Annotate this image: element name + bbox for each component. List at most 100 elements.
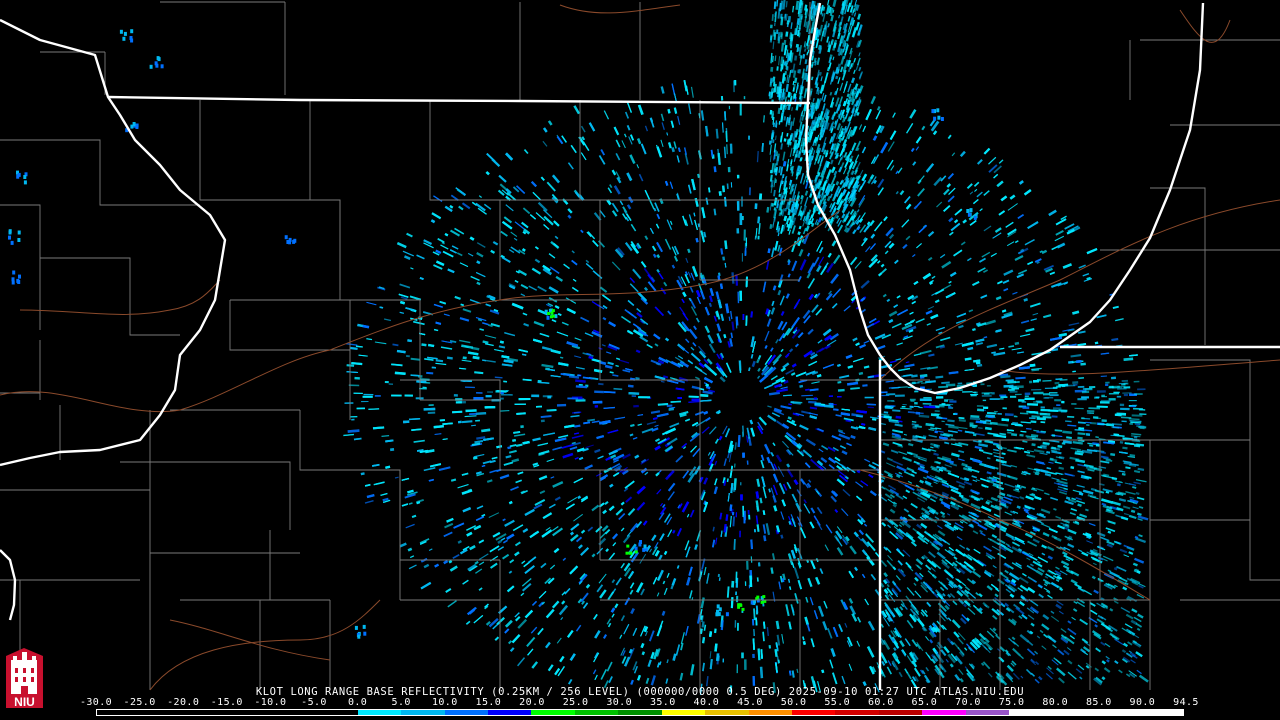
echo-streak xyxy=(687,248,691,254)
echo-streak xyxy=(789,179,793,186)
echo-streak xyxy=(858,371,864,376)
echo-streak xyxy=(603,406,615,410)
echo-streak xyxy=(640,642,645,649)
echo-streak xyxy=(460,379,472,383)
echo-streak xyxy=(969,424,978,427)
echo-streak xyxy=(905,361,910,364)
echo-streak xyxy=(713,208,717,216)
echo-streak xyxy=(442,422,453,426)
echo-streak xyxy=(446,356,453,360)
echo-streak xyxy=(666,659,669,664)
echo-streak xyxy=(1044,473,1052,477)
echo-streak xyxy=(919,479,925,484)
echo-streak xyxy=(568,375,580,379)
echo-streak xyxy=(788,520,792,525)
echo-streak xyxy=(756,524,760,532)
echo-streak xyxy=(379,306,384,309)
echo-streak xyxy=(718,191,722,196)
echo-streak xyxy=(421,343,427,347)
echo-streak xyxy=(671,147,675,153)
echo-streak xyxy=(476,260,481,265)
echo-streak xyxy=(464,345,469,348)
echo-streak xyxy=(521,248,526,252)
echo-streak xyxy=(750,311,754,318)
echo-streak xyxy=(788,670,792,676)
echo-streak xyxy=(485,171,490,176)
echo-streak xyxy=(372,426,385,430)
echo-streak xyxy=(394,476,399,479)
echo-streak xyxy=(788,403,792,406)
echo-streak xyxy=(351,362,363,366)
echo-streak xyxy=(507,446,512,450)
echo-streak xyxy=(755,605,759,614)
echo-streak xyxy=(766,206,770,213)
echo-streak xyxy=(958,416,965,420)
echo-streak xyxy=(701,637,706,644)
echo-streak xyxy=(428,343,435,348)
echo-streak xyxy=(975,361,981,365)
echo-streak xyxy=(670,400,681,403)
echo-streak xyxy=(546,409,557,412)
echo-streak xyxy=(399,300,406,305)
echo-streak xyxy=(433,425,444,429)
echo-streak xyxy=(726,144,728,155)
echo-streak xyxy=(730,332,733,339)
echo-streak xyxy=(720,248,724,255)
echo-streak xyxy=(699,628,703,635)
echo-streak xyxy=(861,422,866,426)
echo-streak xyxy=(587,418,596,422)
echo-streak xyxy=(664,180,669,186)
echo-streak xyxy=(481,428,491,433)
echo-streak xyxy=(721,122,724,133)
echo-streak xyxy=(474,371,484,375)
echo-streak xyxy=(1092,442,1100,446)
echo-streak xyxy=(1078,439,1085,442)
echo-streak xyxy=(972,328,976,332)
echo-streak xyxy=(695,237,699,243)
echo-streak xyxy=(783,380,789,384)
echo-streak xyxy=(719,512,723,520)
echo-streak xyxy=(475,412,487,415)
echo-streak xyxy=(407,547,413,552)
echo-streak xyxy=(703,231,707,238)
echo-streak xyxy=(912,425,918,430)
echo-streak xyxy=(476,281,481,286)
echo-streak xyxy=(410,374,420,377)
echo-streak xyxy=(835,414,842,417)
echo-streak xyxy=(570,531,574,536)
echo-streak xyxy=(873,179,877,184)
echo-streak xyxy=(939,345,946,349)
echo-streak xyxy=(503,359,514,364)
echo-streak xyxy=(728,316,731,321)
echo-streak xyxy=(570,415,580,418)
echo-streak xyxy=(435,321,442,325)
echo-streak xyxy=(733,538,736,550)
echo-streak xyxy=(1037,446,1043,449)
echo-streak xyxy=(809,388,819,392)
echo-streak xyxy=(482,340,489,344)
echo-streak xyxy=(559,356,564,359)
echo-streak xyxy=(1019,412,1029,415)
echo-streak xyxy=(983,336,988,339)
echo-streak xyxy=(722,185,725,193)
echo-streak xyxy=(362,324,370,329)
echo-streak xyxy=(472,355,480,360)
echo-streak xyxy=(1077,342,1087,347)
echo-streak xyxy=(786,223,790,228)
echo-streak xyxy=(723,146,727,159)
echo-streak xyxy=(500,410,510,412)
echo-streak xyxy=(763,115,765,123)
echo-streak xyxy=(700,393,709,397)
echo-streak xyxy=(763,535,767,542)
echo-streak xyxy=(1111,337,1119,342)
echo-streak xyxy=(755,617,758,626)
echo-streak xyxy=(652,417,658,421)
echo-streak xyxy=(347,429,360,433)
echo-streak xyxy=(390,448,395,452)
echo-streak xyxy=(837,388,845,392)
echo-streak xyxy=(672,529,676,534)
echo-streak xyxy=(1029,410,1039,414)
echo-streak xyxy=(895,415,902,419)
echo-streak xyxy=(588,355,594,360)
echo-streak xyxy=(1046,451,1051,454)
